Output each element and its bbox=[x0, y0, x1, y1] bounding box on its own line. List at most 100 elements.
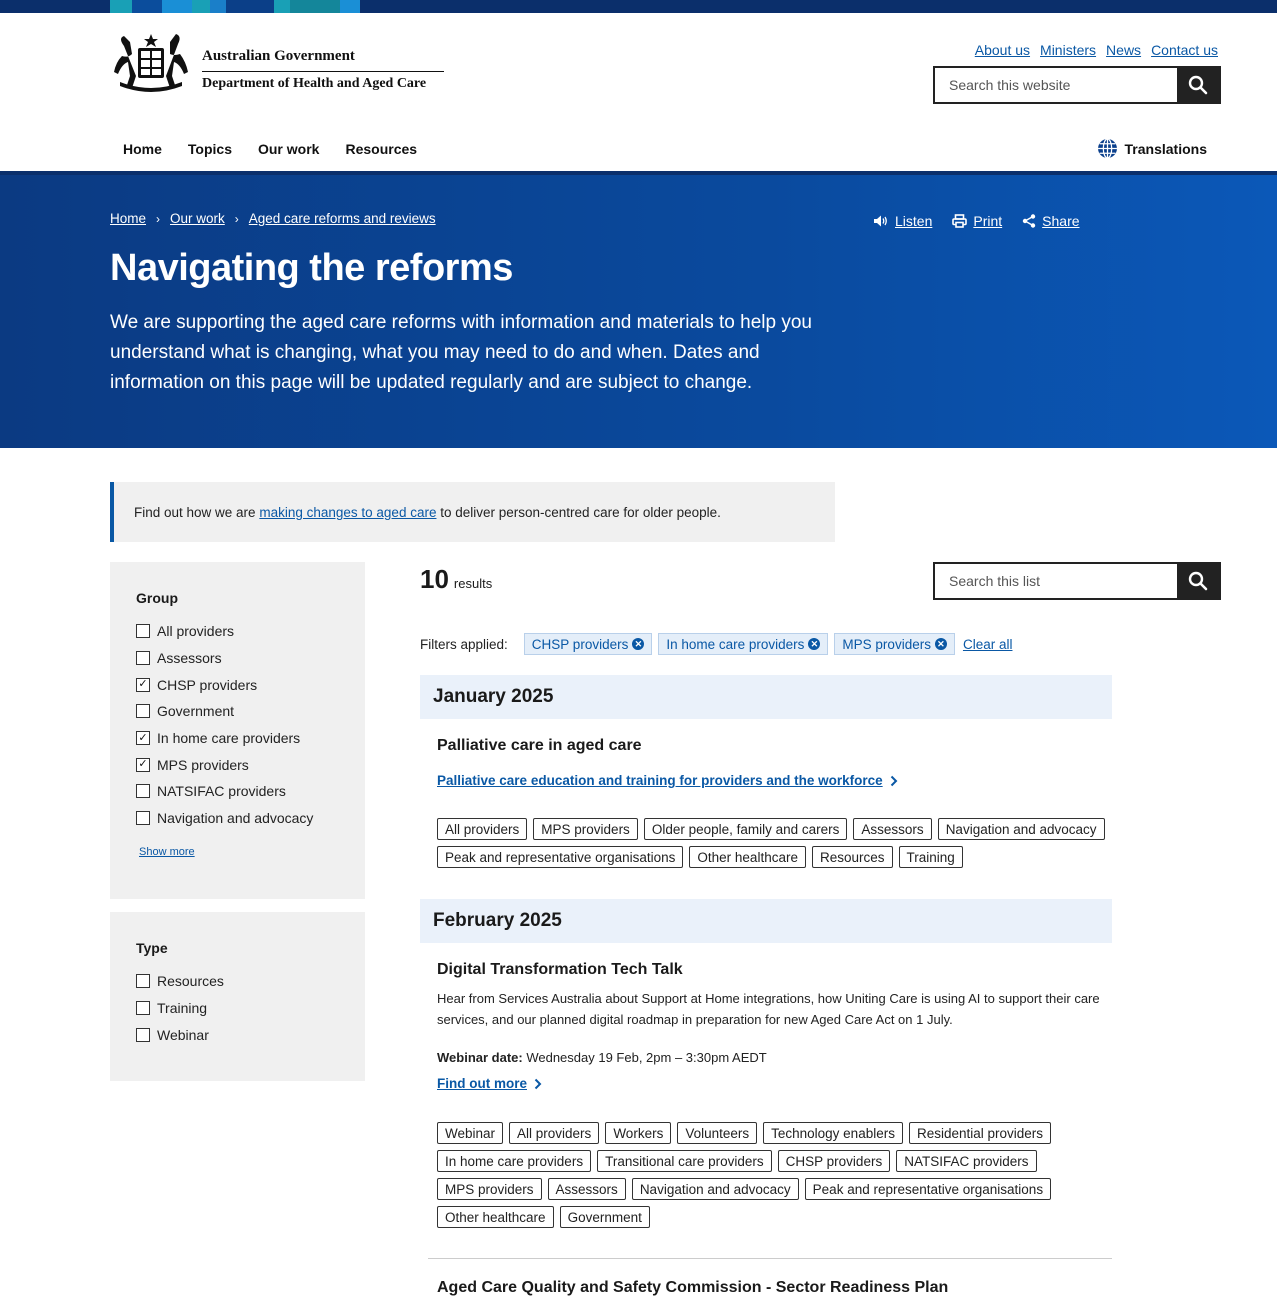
remove-filter-icon[interactable]: ✕ bbox=[632, 638, 645, 650]
callout-text-before: Find out how we are bbox=[134, 504, 256, 520]
list-search-input[interactable] bbox=[935, 564, 1177, 598]
item-link: Palliative care education and training f… bbox=[437, 773, 898, 788]
gov-logo[interactable]: Australian Government Department of Heal… bbox=[110, 32, 450, 96]
filter-option-training[interactable]: Training bbox=[136, 995, 339, 1022]
chip-label: CHSP providers bbox=[531, 636, 629, 652]
filter-option-government[interactable]: Government bbox=[136, 698, 339, 725]
filter-option-natsifac-providers[interactable]: NATSIFAC providers bbox=[136, 778, 339, 805]
list-search bbox=[933, 562, 1221, 600]
breadcrumb-separator-icon: › bbox=[234, 211, 239, 226]
filter-option-mps-providers[interactable]: ✓ MPS providers bbox=[136, 751, 339, 778]
checkbox-icon[interactable] bbox=[136, 1027, 150, 1042]
tag: Government bbox=[559, 1206, 650, 1228]
tag: In home care providers bbox=[437, 1150, 592, 1172]
tag-list: All providers MPS providers Older people, … bbox=[437, 818, 1117, 868]
tag: Transitional care providers bbox=[597, 1150, 772, 1172]
chevron-right-icon bbox=[534, 1078, 542, 1089]
share-button[interactable]: Share bbox=[1022, 213, 1080, 229]
tag: Technology enablers bbox=[763, 1122, 903, 1144]
applied-filter-chip[interactable]: CHSP providers ✕ bbox=[523, 633, 653, 655]
applied-filter-chip[interactable]: In home care providers ✕ bbox=[658, 633, 829, 655]
month-heading: February 2025 bbox=[420, 899, 1112, 943]
making-changes-link[interactable]: making changes to aged care bbox=[259, 505, 436, 520]
news-link[interactable]: News bbox=[1106, 42, 1141, 58]
department-name: Department of Health and Aged Care bbox=[202, 76, 427, 91]
contact-us-link[interactable]: Contact us bbox=[1151, 42, 1218, 58]
checkbox-icon[interactable] bbox=[136, 974, 150, 989]
speaker-icon bbox=[874, 215, 887, 227]
ministers-link[interactable]: Ministers bbox=[1040, 42, 1096, 58]
nav-home[interactable]: Home bbox=[110, 126, 175, 172]
item-title: Digital Transformation Tech Talk bbox=[437, 961, 683, 978]
about-us-link[interactable]: About us bbox=[975, 42, 1030, 58]
tag: Navigation and advocacy bbox=[631, 1178, 799, 1200]
breadcrumb-separator-icon: › bbox=[156, 211, 161, 226]
checkbox-checked-icon[interactable]: ✓ bbox=[136, 757, 150, 772]
breadcrumb-our-work[interactable]: Our work bbox=[170, 211, 225, 226]
tag: MPS providers bbox=[437, 1178, 542, 1200]
remove-filter-icon[interactable]: ✕ bbox=[934, 638, 947, 650]
filter-option-chsp-providers[interactable]: ✓ CHSP providers bbox=[136, 671, 339, 698]
checkbox-icon[interactable] bbox=[136, 811, 150, 826]
list-search-button[interactable] bbox=[1177, 564, 1219, 598]
print-button[interactable]: Print bbox=[952, 213, 1002, 229]
tag: Volunteers bbox=[677, 1122, 758, 1144]
find-out-more-link[interactable]: Find out more bbox=[437, 1076, 527, 1091]
tag: Assessors bbox=[853, 818, 932, 840]
nav-resources[interactable]: Resources bbox=[332, 126, 430, 172]
hero-top-bar bbox=[0, 171, 1277, 175]
translations-button[interactable]: Translations bbox=[1097, 138, 1207, 159]
globe-icon bbox=[1097, 138, 1117, 159]
gov-name: Australian Government bbox=[202, 48, 355, 64]
chip-label: MPS providers bbox=[842, 636, 931, 652]
month-heading: January 2025 bbox=[420, 675, 1112, 719]
tag: CHSP providers bbox=[777, 1150, 891, 1172]
checkbox-icon[interactable] bbox=[136, 624, 150, 639]
checkbox-checked-icon[interactable]: ✓ bbox=[136, 677, 150, 692]
checkbox-icon[interactable] bbox=[136, 651, 150, 666]
filter-option-in-home-care-providers[interactable]: ✓ In home care providers bbox=[136, 725, 339, 752]
tag: Assessors bbox=[547, 1178, 626, 1200]
callout-text-after: to deliver person-centred care for older… bbox=[440, 504, 721, 520]
coat-of-arms-icon bbox=[114, 34, 188, 92]
breadcrumb-aged-care-reforms[interactable]: Aged care reforms and reviews bbox=[249, 211, 436, 226]
checkbox-icon[interactable] bbox=[136, 1001, 150, 1016]
nav-our-work[interactable]: Our work bbox=[244, 126, 333, 178]
filters-applied: Filters applied: CHSP providers ✕ In home … bbox=[420, 633, 1012, 655]
site-search-input[interactable] bbox=[935, 68, 1177, 102]
listen-button[interactable]: Listen bbox=[873, 213, 932, 229]
webinar-date: Webinar date: Wednesday 19 Feb, 2pm – 3:… bbox=[437, 1050, 767, 1065]
applied-filter-chip[interactable]: MPS providers ✕ bbox=[834, 633, 955, 655]
tag: Peak and representative organisations bbox=[437, 846, 684, 868]
translations-label: Translations bbox=[1124, 140, 1207, 157]
site-search-button[interactable] bbox=[1177, 68, 1219, 102]
page-title: Navigating the reforms bbox=[110, 247, 513, 289]
show-more-link[interactable]: Show more bbox=[139, 846, 195, 858]
page-tools: Listen Print Share bbox=[873, 213, 1080, 229]
tag: Workers bbox=[605, 1122, 672, 1144]
filter-option-all-providers[interactable]: All providers bbox=[136, 618, 339, 645]
clear-all-link[interactable]: Clear all bbox=[963, 637, 1013, 652]
print-label: Print bbox=[973, 213, 1003, 229]
filter-option-navigation-and-advocacy[interactable]: Navigation and advocacy bbox=[136, 805, 339, 832]
checkbox-icon[interactable] bbox=[136, 784, 150, 799]
checkbox-checked-icon[interactable]: ✓ bbox=[136, 731, 150, 746]
item-title: Palliative care in aged care bbox=[437, 737, 642, 754]
tag: NATSIFAC providers bbox=[896, 1150, 1037, 1172]
breadcrumb-home[interactable]: Home bbox=[110, 211, 146, 226]
filter-option-webinar[interactable]: Webinar bbox=[136, 1021, 339, 1048]
palliative-training-link[interactable]: Palliative care education and training f… bbox=[437, 773, 883, 788]
remove-filter-icon[interactable]: ✕ bbox=[808, 638, 821, 650]
site-search bbox=[933, 66, 1221, 104]
tag-list: Webinar All providers Workers Volunteers Tec… bbox=[437, 1122, 1117, 1228]
tag: Other healthcare bbox=[689, 846, 806, 868]
type-filter-title: Type bbox=[136, 940, 168, 956]
nav-topics[interactable]: Topics bbox=[175, 126, 245, 172]
tag: Resources bbox=[811, 846, 893, 868]
webinar-date-value: Wednesday 19 Feb, 2pm – 3:30pm AEDT bbox=[522, 1050, 767, 1065]
checkbox-icon[interactable] bbox=[136, 704, 150, 719]
item-title: Aged Care Quality and Safety Commission … bbox=[437, 1279, 949, 1296]
tag: All providers bbox=[437, 818, 528, 840]
filter-option-assessors[interactable]: Assessors bbox=[136, 645, 339, 672]
filter-option-resources[interactable]: Resources bbox=[136, 968, 339, 995]
